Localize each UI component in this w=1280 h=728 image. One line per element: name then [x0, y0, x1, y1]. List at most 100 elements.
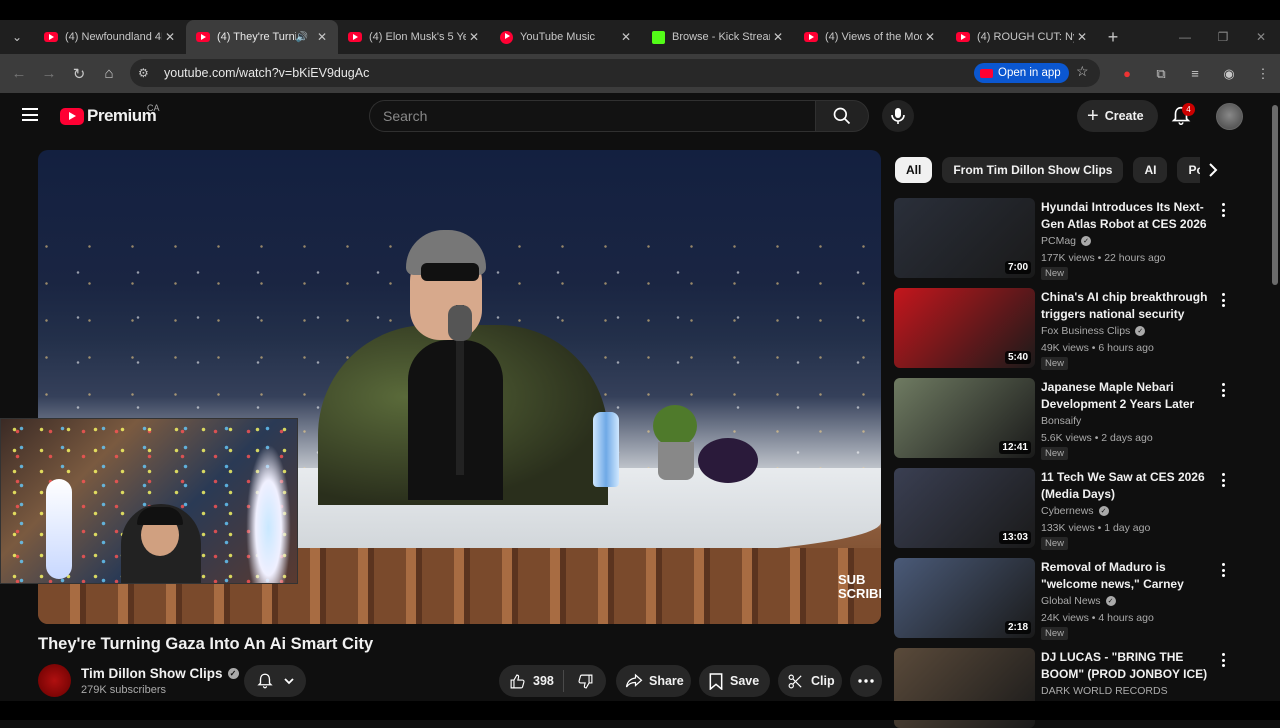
extension-red-icon[interactable]: ●	[1110, 66, 1144, 81]
more-vertical-icon[interactable]	[1216, 201, 1230, 219]
subscribe-watermark[interactable]: SUB SCRIBE	[838, 573, 881, 601]
more-vertical-icon[interactable]	[1216, 291, 1230, 309]
minimize-icon[interactable]: —	[1166, 20, 1204, 54]
recommendation-title[interactable]: DJ LUCAS - "BRING THE BOOM" (PROD JONBOY…	[1041, 649, 1213, 682]
site-info-icon[interactable]: ⚙	[138, 66, 156, 80]
recommendation-channel-row[interactable]: Bonsaify	[1041, 415, 1081, 427]
media-control-icon[interactable]: ≡	[1178, 66, 1212, 81]
open-in-app-label: Open in app	[998, 67, 1061, 79]
recommendation-channel-row[interactable]: Global News ✓	[1041, 595, 1116, 607]
close-window-icon[interactable]: ✕	[1242, 20, 1280, 54]
recommendation-channel-row[interactable]: PCMag ✓	[1041, 235, 1092, 247]
recommendation-item[interactable]: 2:18 Removal of Maduro is "welcome news,"…	[894, 558, 1244, 640]
filter-chip[interactable]: From Tim Dillon Show Clips	[942, 157, 1124, 183]
close-tab-icon[interactable]: ✕	[1074, 30, 1090, 44]
browser-tab[interactable]: (4) Newfoundland 4K ✕	[34, 20, 186, 54]
kick-icon	[652, 30, 665, 44]
youtube-premium-logo[interactable]: Premium CA	[60, 103, 160, 126]
recommendation-title[interactable]: Japanese Maple Nebari Development 2 Year…	[1041, 379, 1213, 412]
scrollbar-thumb[interactable]	[1272, 105, 1278, 285]
more-actions-button[interactable]	[850, 665, 882, 697]
browser-menu-icon[interactable]: ⋮	[1246, 66, 1280, 82]
channel-name-row[interactable]: Tim Dillon Show Clips ✓	[81, 666, 239, 681]
chips-next-button[interactable]	[1200, 157, 1226, 183]
new-tab-button[interactable]: +	[1098, 20, 1128, 54]
close-tab-icon[interactable]: ✕	[922, 30, 938, 44]
close-tab-icon[interactable]: ✕	[314, 30, 330, 44]
recommendation-thumbnail[interactable]: 12:41	[894, 378, 1035, 458]
recommendation-item[interactable]: 12:41 Japanese Maple Nebari Development 2…	[894, 378, 1244, 460]
profile-icon[interactable]: ◉	[1212, 66, 1246, 82]
subscribed-bell-button[interactable]	[244, 665, 306, 697]
recommendation-channel[interactable]: Global News	[1041, 595, 1101, 607]
browser-tab[interactable]: (4) ROUGH CUT: Nyp ✕	[946, 20, 1098, 54]
recommendation-channel[interactable]: PCMag	[1041, 235, 1076, 247]
more-vertical-icon[interactable]	[1216, 651, 1230, 669]
chevron-right-icon	[1209, 163, 1218, 177]
recommendation-thumbnail[interactable]: 7:00	[894, 198, 1035, 278]
recommendation-channel[interactable]: Bonsaify	[1041, 415, 1081, 427]
like-button[interactable]: 398	[499, 670, 564, 692]
close-tab-icon[interactable]: ✕	[466, 30, 482, 44]
page-scrollbar[interactable]	[1270, 95, 1280, 700]
more-vertical-icon[interactable]	[1216, 381, 1230, 399]
recommendation-channel-row[interactable]: DARK WORLD RECORDS	[1041, 685, 1168, 697]
voice-search-button[interactable]	[882, 100, 914, 132]
account-avatar[interactable]	[1216, 103, 1243, 130]
recommendation-item[interactable]: 7:00 Hyundai Introduces Its Next-Gen Atla…	[894, 198, 1244, 280]
recommendation-item[interactable]: 13:03 11 Tech We Saw at CES 2026 (Media D…	[894, 468, 1244, 550]
close-tab-icon[interactable]: ✕	[618, 30, 634, 44]
filter-chip[interactable]: All	[895, 157, 933, 183]
recommendation-thumbnail[interactable]: 2:18	[894, 558, 1035, 638]
browser-tab[interactable]: Browse - Kick Stream ✕	[642, 20, 794, 54]
more-vertical-icon[interactable]	[1216, 471, 1230, 489]
menu-icon[interactable]	[22, 108, 38, 121]
close-tab-icon[interactable]: ✕	[162, 30, 178, 44]
speaker-icon[interactable]: 🔊	[296, 32, 308, 43]
like-dislike-group: 398	[499, 665, 606, 697]
back-icon[interactable]: ←	[4, 65, 34, 82]
recommendation-channel[interactable]: Cybernews	[1041, 505, 1094, 517]
recommendation-meta: 133K views • 1 day ago	[1041, 522, 1151, 534]
recommendation-title[interactable]: China's AI chip breakthrough triggers na…	[1041, 289, 1213, 323]
recommendation-channel-row[interactable]: Fox Business Clips ✓	[1041, 325, 1146, 337]
filter-chip[interactable]: AI	[1133, 157, 1168, 183]
recommendation-title[interactable]: Removal of Maduro is "welcome news," Car…	[1041, 559, 1213, 593]
browser-tab[interactable]: YouTube Music ✕	[490, 20, 642, 54]
dislike-button[interactable]	[564, 673, 606, 690]
recommendation-item[interactable]: 5:40 China's AI chip breakthrough trigger…	[894, 288, 1244, 370]
recommendation-thumbnail[interactable]: 13:03	[894, 468, 1035, 548]
search-input[interactable]	[383, 108, 815, 124]
bell-icon	[256, 673, 273, 689]
browser-tab[interactable]: (4) Views of the Moo ✕	[794, 20, 946, 54]
recommendation-channel[interactable]: DARK WORLD RECORDS	[1041, 685, 1168, 697]
reload-icon[interactable]: ↻	[64, 65, 94, 83]
channel-avatar[interactable]	[38, 664, 71, 697]
recommendation-channel-row[interactable]: Cybernews ✓	[1041, 505, 1109, 517]
extensions-puzzle-icon[interactable]: ⧉	[1144, 66, 1178, 82]
recommendation-title[interactable]: 11 Tech We Saw at CES 2026 (Media Days)	[1041, 469, 1213, 502]
recommendation-thumbnail[interactable]: 5:40	[894, 288, 1035, 368]
channel-name[interactable]: Tim Dillon Show Clips	[81, 666, 223, 681]
more-vertical-icon[interactable]	[1216, 561, 1230, 579]
save-button[interactable]: Save	[699, 665, 770, 697]
home-icon[interactable]: ⌂	[94, 65, 124, 82]
create-button[interactable]: + Create	[1077, 100, 1158, 132]
address-bar[interactable]: ⚙ youtube.com/watch?v=bKiEV9dugAc Open i…	[130, 59, 1100, 87]
close-tab-icon[interactable]: ✕	[770, 30, 786, 44]
browser-tab[interactable]: (4) Elon Musk's 5 Yea ✕	[338, 20, 490, 54]
search-button[interactable]	[815, 100, 869, 132]
browser-tab[interactable]: (4) They're Turnin 🔊 ✕	[186, 20, 338, 54]
scissors-icon	[788, 674, 802, 688]
share-button[interactable]: Share	[616, 665, 691, 697]
verified-check-icon: ✓	[227, 668, 239, 679]
restore-icon[interactable]: ❐	[1204, 20, 1242, 54]
duration-badge: 7:00	[1004, 261, 1031, 274]
recommendation-title[interactable]: Hyundai Introduces Its Next-Gen Atlas Ro…	[1041, 199, 1213, 232]
forward-icon[interactable]: →	[34, 65, 64, 82]
clip-button[interactable]: Clip	[778, 665, 842, 697]
tab-search-icon[interactable]: ⌄	[0, 20, 34, 54]
recommendation-channel[interactable]: Fox Business Clips	[1041, 325, 1130, 337]
bookmark-star-icon[interactable]: ☆	[1076, 63, 1089, 80]
open-in-app-button[interactable]: Open in app	[974, 63, 1069, 83]
